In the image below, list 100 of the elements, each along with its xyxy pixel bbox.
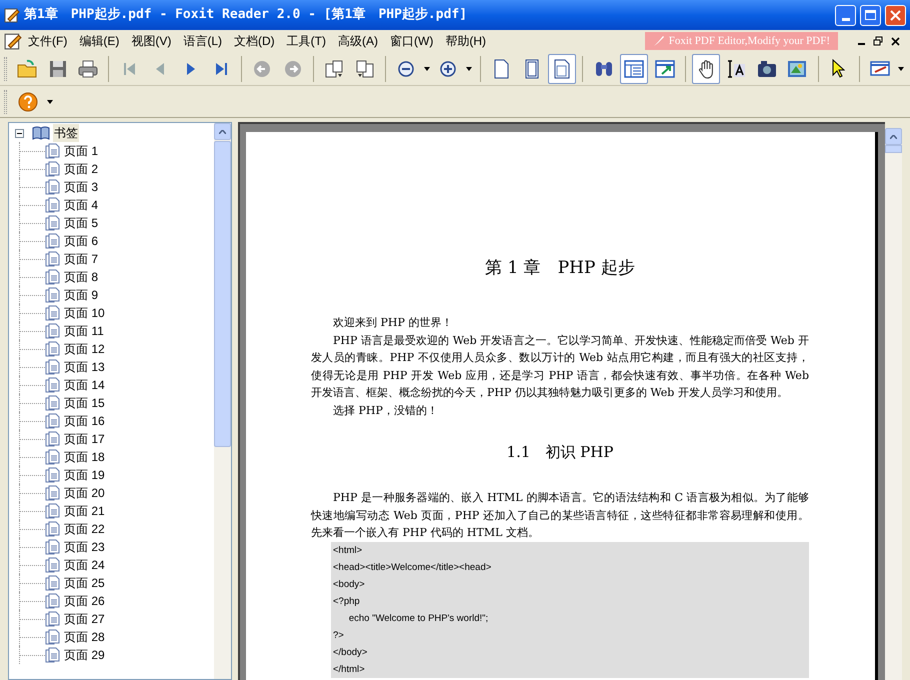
tree-item[interactable]: 页面 8 xyxy=(64,268,98,286)
caret-icon xyxy=(466,66,472,70)
page-icon xyxy=(45,575,61,591)
tree-item[interactable]: 页面 15 xyxy=(64,394,105,412)
page-icon xyxy=(45,629,61,645)
scroll-up-icon xyxy=(219,130,226,134)
tree-item[interactable]: 页面 12 xyxy=(64,340,105,358)
camera-icon xyxy=(756,60,777,78)
tree-item[interactable]: 页面 21 xyxy=(64,502,105,520)
tree-item[interactable]: 页面 19 xyxy=(64,466,105,484)
tree-item[interactable]: 页面 23 xyxy=(64,538,105,556)
page-icon xyxy=(45,503,61,519)
page-button[interactable] xyxy=(548,54,576,84)
tree-item[interactable]: 页面 27 xyxy=(64,610,105,628)
tree-item[interactable]: 页面 29 xyxy=(64,646,105,664)
page-icon xyxy=(45,377,61,393)
menu-item[interactable]: 语言(L) xyxy=(177,31,228,51)
zoom-in-icon xyxy=(440,60,456,76)
page-icon xyxy=(45,251,61,267)
tree-item[interactable]: 页面 2 xyxy=(64,160,98,178)
folder-icon xyxy=(17,59,38,78)
binoculars-icon xyxy=(594,60,613,76)
page-icon xyxy=(45,593,61,609)
scroll-thumb[interactable] xyxy=(214,141,231,447)
page-icon xyxy=(45,287,61,303)
tree-item[interactable]: 页面 7 xyxy=(64,250,98,268)
tree-item[interactable]: 页面 26 xyxy=(64,592,105,610)
tree-item[interactable]: 页面 10 xyxy=(64,304,105,322)
paragraph: 欢迎来到 PHP 的世界！ xyxy=(332,315,454,331)
hand-icon xyxy=(698,58,714,78)
page-icon xyxy=(554,58,570,78)
pen-document-icon xyxy=(4,7,20,23)
next-page-icon xyxy=(186,62,196,76)
image-icon xyxy=(787,60,808,78)
tree-item[interactable]: 页面 5 xyxy=(64,214,98,232)
menu-item[interactable]: 文档(D) xyxy=(228,31,281,51)
tree-item[interactable]: 页面 16 xyxy=(64,412,105,430)
zoom-out-icon xyxy=(398,60,414,76)
tree-item[interactable]: 页面 13 xyxy=(64,358,105,376)
menu-item[interactable]: 窗口(W) xyxy=(384,31,440,51)
page-icon xyxy=(45,413,61,429)
panel-list-icon xyxy=(624,60,644,78)
collapse-toggle[interactable] xyxy=(15,128,24,138)
menu-item[interactable]: 帮助(H) xyxy=(439,31,492,51)
tree-item[interactable]: 页面 25 xyxy=(64,574,105,592)
page-icon xyxy=(45,341,61,357)
tree-item[interactable]: 页面 24 xyxy=(64,556,105,574)
tree-item[interactable]: 页面 17 xyxy=(64,430,105,448)
restore-button[interactable] xyxy=(871,34,885,48)
help-icon xyxy=(18,92,38,112)
scrollbar[interactable] xyxy=(885,128,902,680)
page-icon xyxy=(45,449,61,465)
menu-item[interactable]: 高级(A) xyxy=(332,31,384,51)
page-icon xyxy=(45,431,61,447)
page-icon xyxy=(45,647,61,663)
pen-panel-icon xyxy=(870,61,890,76)
menu-item[interactable]: 工具(T) xyxy=(280,31,332,51)
tree-item[interactable]: 页面 28 xyxy=(64,628,105,646)
paragraph: PHP 是一种服务器端的、嵌入 HTML 的脚本语言。它的语法结构和 C 语言极为相似。为了能够快速地编写动态 Web 页面，PHP 还加入了自己的某些语言特征，这些特征都非常容易理解和使用。先来看一个嵌入有 PHP 代码的 HTML 文档。 xyxy=(311,490,809,541)
scroll-thumb[interactable] xyxy=(885,145,902,153)
tree-item[interactable]: 页面 3 xyxy=(64,178,98,196)
tree-item[interactable]: 页面 14 xyxy=(64,376,105,394)
code-block: <html> <head><title>Welcome</title><head> <body> <?php echo "Welcome to PHP's world!"; ?> </body> </html> xyxy=(331,542,809,678)
menu-item[interactable]: 编辑(E) xyxy=(73,31,126,51)
tree-item[interactable]: 页面 6 xyxy=(64,232,98,250)
page-icon xyxy=(45,557,61,573)
tree-item[interactable]: 页面 4 xyxy=(64,196,98,214)
menu-item[interactable]: 视图(V) xyxy=(125,31,178,51)
page-icon xyxy=(45,359,61,375)
tree-item[interactable]: 页面 11 xyxy=(64,322,104,340)
tree-item[interactable]: 页面 1 xyxy=(64,142,98,160)
caret-icon xyxy=(47,100,53,104)
page-icon xyxy=(45,395,61,411)
page-icon xyxy=(45,143,61,159)
tree-item[interactable]: 页面 20 xyxy=(64,484,105,502)
page-icon xyxy=(45,485,61,501)
menu-item[interactable]: 文件(F) xyxy=(22,31,74,51)
tree-item[interactable]: 页面 18 xyxy=(64,448,105,466)
window-title: 第1章 PHP起步.pdf - Foxit Reader 2.0 - [第1章 PHP起步.pdf] xyxy=(24,6,468,24)
tree-item[interactable]: 页面 22 xyxy=(64,520,105,538)
book-icon xyxy=(32,125,50,141)
chapter-heading: 第 1 章 PHP 起步 xyxy=(484,257,636,280)
panel-list-button[interactable] xyxy=(620,54,648,84)
scrollbar[interactable] xyxy=(214,123,231,679)
text-select-icon xyxy=(726,60,746,78)
previous-page-icon xyxy=(155,62,166,76)
page-icon xyxy=(45,539,61,555)
mouse-pointer-icon xyxy=(832,59,846,78)
section-heading: 1.1 初识 PHP xyxy=(506,442,614,463)
page-icon xyxy=(45,215,61,231)
page-icon xyxy=(494,58,509,78)
tree-item[interactable]: 页面 9 xyxy=(64,286,98,304)
pen-document-icon xyxy=(4,32,22,50)
page-icon xyxy=(524,58,539,78)
page-icon xyxy=(45,323,61,339)
hand-button[interactable] xyxy=(692,54,720,84)
maximize-button[interactable] xyxy=(860,4,881,26)
close-icon xyxy=(890,10,901,20)
printer-icon xyxy=(78,60,98,78)
tree-root-label[interactable]: 书签 xyxy=(53,124,79,142)
